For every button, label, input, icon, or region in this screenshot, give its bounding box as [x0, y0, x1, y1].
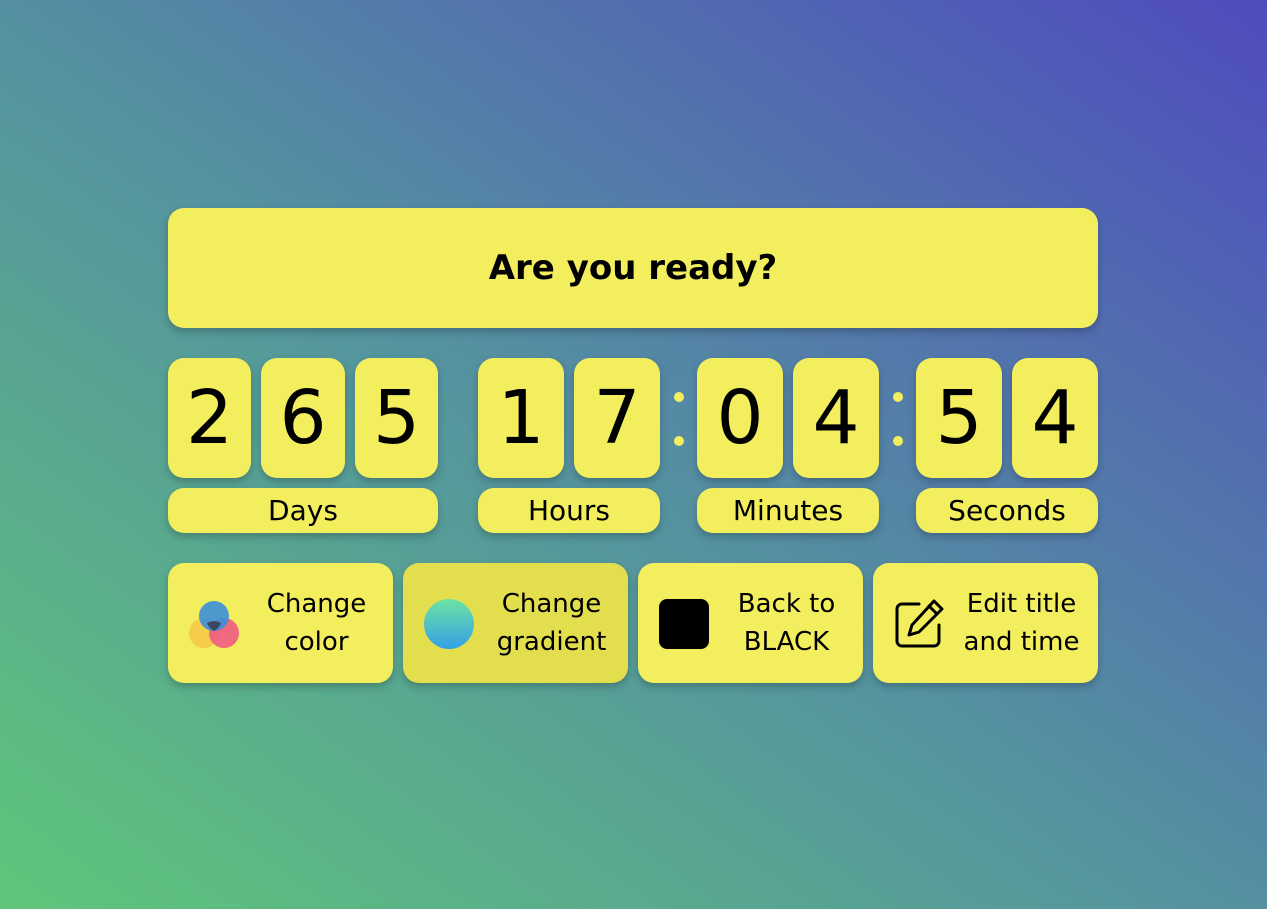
title-card: Are you ready? — [168, 208, 1098, 328]
change-gradient-label-line1: Change — [501, 589, 602, 619]
days-digit-3: 5 — [355, 358, 438, 478]
colon-separator-dot — [893, 436, 903, 446]
days-label: Days — [168, 488, 438, 533]
seconds-label: Seconds — [916, 488, 1098, 533]
back-to-black-label-line2: BLACK — [743, 627, 830, 657]
back-to-black-button[interactable]: Back to BLACK — [638, 563, 863, 683]
seconds-digit-2: 4 — [1012, 358, 1098, 478]
change-color-label-line1: Change — [266, 589, 367, 619]
black-square-icon — [659, 599, 709, 649]
edit-title-label-line1: Edit title — [966, 589, 1077, 619]
edit-title-label-line2: and time — [963, 627, 1080, 657]
colon-separator-dot — [674, 392, 684, 402]
days-digit-1: 2 — [168, 358, 251, 478]
hours-label: Hours — [478, 488, 660, 533]
change-gradient-label-line2: gradient — [496, 627, 607, 657]
color-circles-icon — [189, 601, 239, 648]
change-color-button[interactable]: Change color — [168, 563, 393, 683]
colon-separator-dot — [893, 392, 903, 402]
days-digit-2: 6 — [261, 358, 345, 478]
edit-icon — [895, 599, 944, 648]
change-color-label-line2: color — [284, 627, 349, 657]
colon-separator-dot — [674, 436, 684, 446]
hours-digit-2: 7 — [574, 358, 660, 478]
edit-title-and-time-button[interactable]: Edit title and time — [873, 563, 1098, 683]
minutes-digit-2: 4 — [793, 358, 879, 478]
change-gradient-button[interactable]: Change gradient — [403, 563, 628, 683]
hours-digit-1: 1 — [478, 358, 564, 478]
back-to-black-label-line1: Back to — [737, 589, 836, 619]
countdown-title: Are you ready? — [488, 248, 778, 288]
gradient-circle-icon — [424, 599, 474, 649]
minutes-label: Minutes — [697, 488, 879, 533]
seconds-digit-1: 5 — [916, 358, 1002, 478]
minutes-digit-1: 0 — [697, 358, 783, 478]
